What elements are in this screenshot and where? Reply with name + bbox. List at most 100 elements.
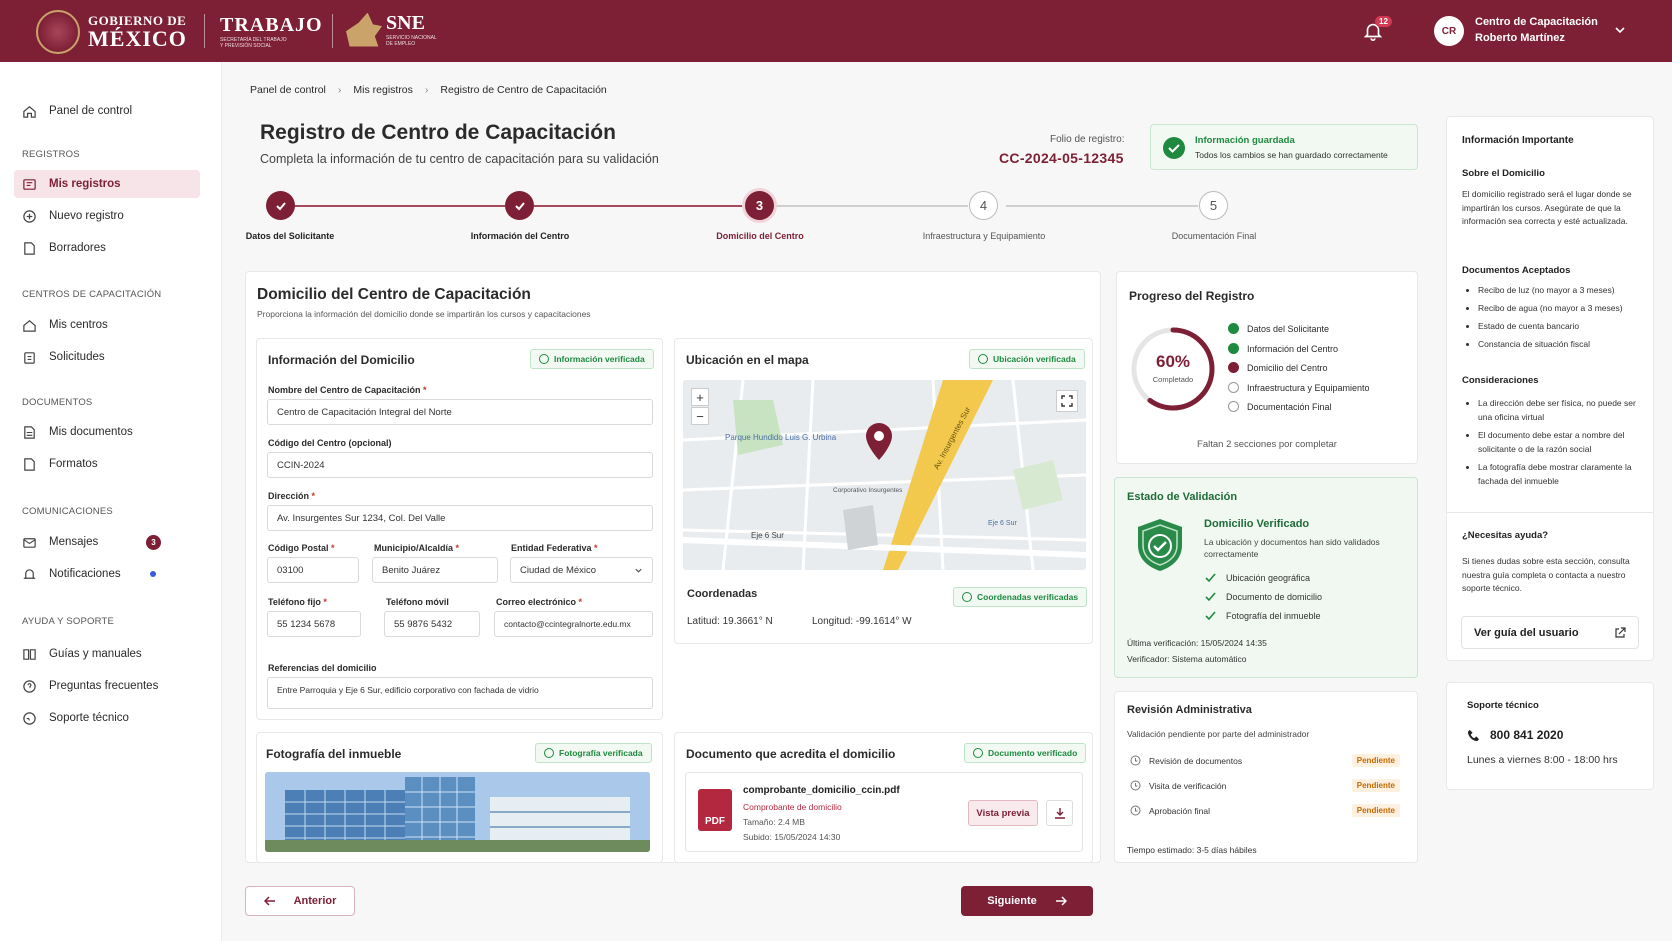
step-1-check-icon[interactable] (266, 191, 295, 220)
latitude-value: Latitud: 19.3661° N (687, 616, 773, 627)
download-icon[interactable] (1046, 800, 1073, 826)
step-connector (774, 205, 968, 207)
home-icon (23, 105, 36, 118)
zoom-in-button[interactable]: + (691, 388, 709, 406)
codigo-label: Código del Centro (opcional) (268, 438, 392, 448)
clock-icon (1130, 780, 1141, 791)
coords-title: Coordenadas (687, 588, 758, 600)
sidebar-item-borradores[interactable]: Borradores (14, 234, 200, 262)
referencias-textarea[interactable]: Entre Parroquia y Eje 6 Sur, edificio co… (267, 677, 653, 709)
correo-field[interactable]: contacto@ccintegralnorte.edu.mx (494, 611, 653, 637)
preview-button[interactable]: Vista previa (968, 800, 1038, 826)
building-image-icon (265, 772, 650, 852)
sidebar-item-label: Preguntas frecuentes (49, 680, 159, 692)
support-phone[interactable]: 800 841 2020 (1467, 728, 1563, 742)
movil-field[interactable]: 55 9876 5432 (384, 611, 480, 637)
fullscreen-icon[interactable] (1056, 390, 1078, 412)
guide-button-label: Ver guía del usuario (1474, 626, 1579, 639)
location-map[interactable]: Parque Hundido Luis G. Urbina Corporativ… (683, 380, 1086, 570)
sidebar-item-mensajes[interactable]: Mensajes (14, 528, 200, 556)
chevron-down-icon[interactable] (1614, 24, 1626, 36)
sidebar-item-panel[interactable]: Panel de control (14, 97, 200, 125)
help-text: Si tienes dudas sobre esta sección, cons… (1462, 556, 1630, 593)
divider (1446, 512, 1654, 513)
document-filename: comprobante_domicilio_ccin.pdf (743, 785, 900, 796)
sidebar-item-mis-centros[interactable]: Mis centros (14, 311, 200, 339)
national-seal-icon (36, 10, 80, 54)
avatar[interactable]: CR (1434, 16, 1464, 46)
user-org: Centro de Capacitación (1475, 16, 1598, 28)
map-building-label: Corporativo Insurgentes (833, 487, 903, 494)
phone-number: 800 841 2020 (1490, 728, 1564, 742)
breadcrumb-item[interactable]: Mis registros (353, 84, 413, 96)
registry-icon (23, 178, 36, 190)
user-guide-button[interactable]: Ver guía del usuario (1461, 616, 1639, 649)
sne-logo[interactable]: SNE SERVICIO NACIONAL DE EMPLEO (346, 12, 442, 47)
sidebar-item-label: Soporte técnico (49, 712, 129, 724)
direccion-label: Dirección * (268, 491, 316, 501)
help-title: ¿Necesitas ayuda? (1462, 530, 1549, 541)
header-divider (332, 14, 333, 48)
sidebar-item-label: Mis registros (49, 178, 121, 190)
step-5-indicator[interactable]: 5 (1199, 191, 1228, 220)
sidebar-item-nuevo-registro[interactable]: Nuevo registro (14, 202, 200, 230)
document-file: PDF comprobante_domicilio_ccin.pdf Compr… (685, 772, 1083, 852)
municipio-label: Municipio/Alcaldía * (374, 543, 460, 553)
telefono-field[interactable]: 55 1234 5678 (267, 611, 361, 637)
zoom-out-button[interactable]: − (691, 407, 709, 425)
building-photo[interactable] (265, 772, 650, 852)
bell-icon (23, 568, 36, 579)
step-3-indicator[interactable]: 3 (745, 191, 774, 220)
map-canvas[interactable]: Parque Hundido Luis G. Urbina Corporativ… (683, 380, 1086, 570)
user-menu[interactable]: Centro de Capacitación Roberto Martínez (1475, 14, 1598, 46)
step-4-indicator[interactable]: 4 (969, 191, 998, 220)
cp-field[interactable]: 03100 (267, 557, 359, 583)
sidebar-item-soporte[interactable]: Soporte técnico (14, 704, 200, 732)
municipio-field[interactable]: Benito Juárez (372, 557, 498, 583)
entidad-select[interactable]: Ciudad de México (510, 557, 653, 583)
sidebar-item-solicitudes[interactable]: Solicitudes (14, 343, 200, 371)
progress-item: Documentación Final (1228, 401, 1332, 412)
notification-count-badge: 12 (1375, 16, 1392, 27)
clock-icon (1130, 805, 1141, 816)
step-2-check-icon[interactable] (505, 191, 534, 220)
sidebar-item-mis-documentos[interactable]: Mis documentos (14, 418, 200, 446)
sidebar-item-guias[interactable]: Guías y manuales (14, 640, 200, 668)
sidebar-item-label: Formatos (49, 458, 98, 470)
sidebar-item-notificaciones[interactable]: Notificaciones (14, 560, 200, 588)
trabajo-logo[interactable]: TRABAJO SECRETARÍA DEL TRABAJO Y PREVISI… (220, 14, 323, 49)
document-type: Comprobante de domicilio (743, 802, 842, 812)
badge-label: Fotografía verificada (559, 748, 643, 758)
codigo-field[interactable]: CCIN-2024 (267, 452, 653, 478)
step-connector (1006, 205, 1198, 207)
draft-file-icon (24, 241, 35, 255)
review-item-label: Revisión de documentos (1149, 755, 1243, 766)
previous-button[interactable]: Anterior (245, 886, 355, 916)
arrow-right-icon (1055, 896, 1067, 906)
sidebar-item-preguntas[interactable]: Preguntas frecuentes (14, 672, 200, 700)
step-5-label: Documentación Final (1171, 231, 1257, 241)
badge-label: Ubicación verificada (993, 354, 1076, 364)
next-button[interactable]: Siguiente (961, 886, 1093, 916)
top-header: GOBIERNO DE MÉXICO TRABAJO SECRETARÍA DE… (0, 0, 1672, 62)
validation-check: Ubicación geográfica (1205, 572, 1310, 583)
review-title: Revisión Administrativa (1127, 704, 1252, 716)
sidebar-item-formatos[interactable]: Formatos (14, 450, 200, 478)
document-date: Subido: 15/05/2024 14:30 (743, 832, 841, 842)
review-item-label: Aprobación final (1149, 805, 1210, 816)
gobierno-logo[interactable]: GOBIERNO DE MÉXICO (36, 10, 187, 54)
photo-title: Fotografía del inmueble (266, 747, 402, 761)
breadcrumb-item[interactable]: Panel de control (250, 84, 326, 96)
sidebar-item-label: Mensajes (49, 536, 99, 548)
validation-title: Estado de Validación (1127, 491, 1238, 503)
pending-circle-icon (1228, 382, 1239, 393)
nombre-field[interactable]: Centro de Capacitación Integral del Nort… (267, 399, 653, 425)
saved-title: Información guardada (1195, 135, 1295, 146)
sidebar-item-mis-registros[interactable]: Mis registros (14, 170, 200, 198)
direccion-field[interactable]: Av. Insurgentes Sur 1234, Col. Del Valle (267, 505, 653, 531)
info-doc-item: Recibo de luz (no mayor a 3 meses) (1466, 284, 1648, 298)
info-cons-item: La fotografía debe mostrar claramente la… (1466, 461, 1648, 488)
correo-label: Correo electrónico * (496, 597, 583, 607)
longitude-value: Longitud: -99.1614° W (812, 616, 912, 627)
badge-label: Coordenadas verificadas (977, 592, 1079, 602)
